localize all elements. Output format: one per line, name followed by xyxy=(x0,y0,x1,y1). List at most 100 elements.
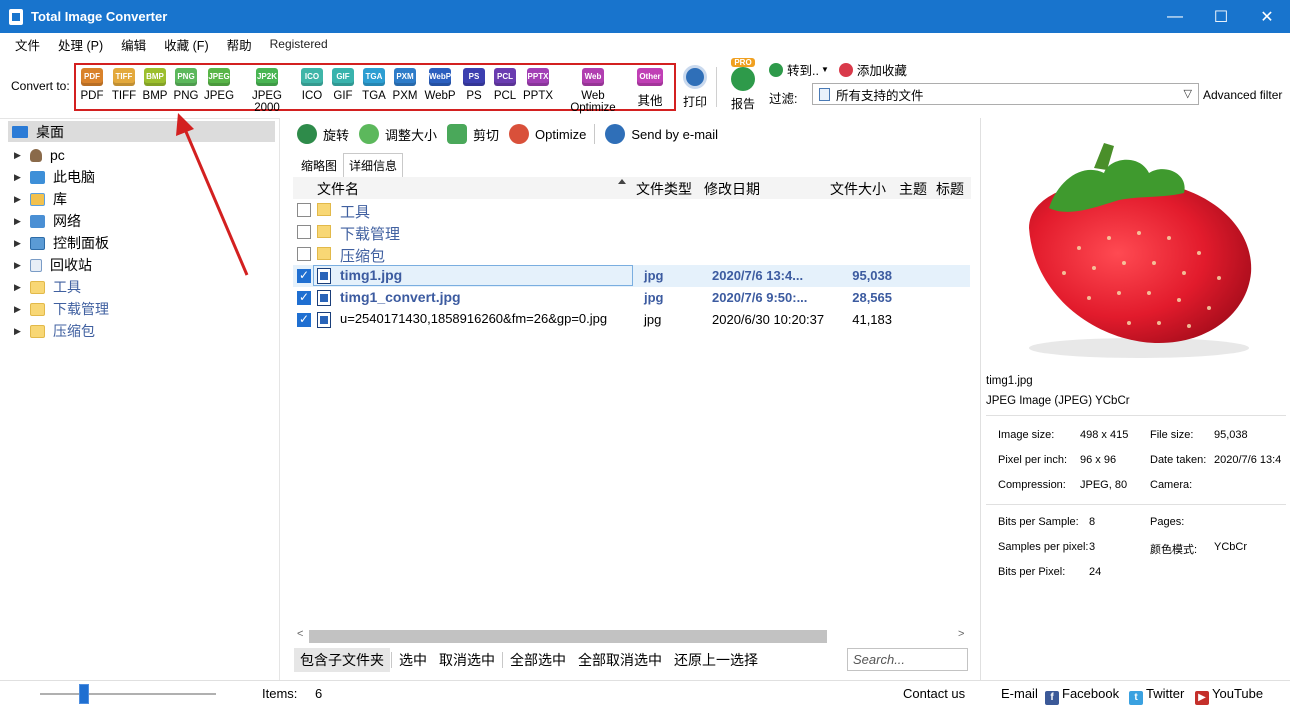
column-title[interactable]: 标题 xyxy=(936,179,964,199)
format-pdf-button[interactable]: PDF PDF xyxy=(80,68,104,102)
expand-arrow-icon[interactable]: ▶ xyxy=(14,282,26,293)
crop-button[interactable]: 剪切 xyxy=(447,124,499,144)
list-item[interactable]: 下载管理 xyxy=(293,221,970,243)
expand-arrow-icon[interactable]: ▶ xyxy=(14,172,26,183)
list-item[interactable]: u=2540171430,1858916260&fm=26&gp=0.jpg j… xyxy=(293,309,970,331)
youtube-link[interactable]: ▶ YouTube xyxy=(1195,686,1263,705)
minimize-button[interactable]: — xyxy=(1152,0,1198,33)
format-tiff-button[interactable]: TIFF TIFF xyxy=(111,68,137,102)
close-button[interactable]: ✕ xyxy=(1244,0,1290,33)
expand-arrow-icon[interactable]: ▶ xyxy=(14,326,26,337)
select-all-button[interactable]: 全部选中 xyxy=(504,648,572,672)
contact-us-link[interactable]: Contact us xyxy=(903,686,965,701)
format-label: PDF xyxy=(80,90,104,102)
format-ps-button[interactable]: PS PS xyxy=(462,68,486,102)
tree-item-recycle-bin[interactable]: ▶ 回收站 xyxy=(14,255,92,275)
filter-select[interactable]: 所有支持的文件 ▽ xyxy=(812,83,1199,105)
column-type[interactable]: 文件类型 xyxy=(636,179,692,199)
tree-item-downloads[interactable]: ▶ 下载管理 xyxy=(14,299,109,319)
scroll-left-icon[interactable]: < xyxy=(297,628,303,640)
twitter-link[interactable]: t Twitter xyxy=(1129,686,1184,705)
tree-root-desktop[interactable]: 桌面 xyxy=(8,121,275,142)
menu-process[interactable]: 处理 (P) xyxy=(49,35,112,54)
tree-item-library[interactable]: ▶ 库 xyxy=(14,189,67,209)
menu-help[interactable]: 帮助 xyxy=(218,35,261,54)
add-favorite-button[interactable]: 添加收藏 xyxy=(857,60,907,79)
restore-selection-button[interactable]: 还原上一选择 xyxy=(668,648,764,672)
goto-dropdown-icon[interactable]: ▼ xyxy=(821,65,829,74)
thumbnail-size-slider[interactable] xyxy=(40,693,216,695)
format-web-optimize-button[interactable]: Web Web Optimize xyxy=(558,68,628,114)
format-ico-button[interactable]: ICO ICO xyxy=(299,68,325,102)
expand-arrow-icon[interactable]: ▶ xyxy=(14,150,26,161)
tab-details[interactable]: 详细信息 xyxy=(343,153,404,178)
tree-item-pc[interactable]: ▶ pc xyxy=(14,145,65,165)
facebook-link[interactable]: f Facebook xyxy=(1045,686,1119,705)
expand-arrow-icon[interactable]: ▶ xyxy=(14,260,26,271)
search-input[interactable]: Search... xyxy=(847,648,968,671)
email-link[interactable]: E-mail xyxy=(1001,686,1038,701)
include-subfolders-button[interactable]: 包含子文件夹 xyxy=(294,648,390,672)
list-item[interactable]: timg1_convert.jpg jpg 2020/7/6 9:50:... … xyxy=(293,287,970,309)
row-checkbox[interactable] xyxy=(297,203,311,217)
report-button[interactable]: PRO 报告 xyxy=(726,58,760,112)
tree-item-control-panel[interactable]: ▶ 控制面板 xyxy=(14,233,109,253)
send-email-button[interactable]: Send by e-mail xyxy=(605,124,718,144)
row-checkbox[interactable] xyxy=(297,290,311,305)
column-name[interactable]: 文件名 xyxy=(317,179,359,199)
format-pcl-button[interactable]: PCL PCL xyxy=(492,68,518,102)
tree-item-tools[interactable]: ▶ 工具 xyxy=(14,277,81,297)
row-checkbox[interactable] xyxy=(297,225,311,239)
menu-file[interactable]: 文件 xyxy=(6,35,49,54)
format-jpeg2000-button[interactable]: JP2K JPEG 2000 xyxy=(239,68,295,114)
bmp-icon: BMP xyxy=(144,68,166,86)
list-item[interactable]: 压缩包 xyxy=(293,243,970,265)
expand-arrow-icon[interactable]: ▶ xyxy=(14,304,26,315)
format-webp-button[interactable]: WebP WebP xyxy=(424,68,456,102)
slider-thumb[interactable] xyxy=(79,684,89,704)
rotate-button[interactable]: 旋转 xyxy=(297,124,349,144)
format-png-button[interactable]: PNG PNG xyxy=(173,68,199,102)
horizontal-scrollbar[interactable]: < > xyxy=(293,628,971,644)
goto-button[interactable]: 转到.. xyxy=(787,60,819,79)
scrollbar-thumb[interactable] xyxy=(309,630,827,643)
crop-label: 剪切 xyxy=(473,127,500,143)
format-jpeg-button[interactable]: JPEG JPEG xyxy=(204,68,234,102)
select-button[interactable]: 选中 xyxy=(393,648,433,672)
row-checkbox[interactable] xyxy=(297,268,311,283)
format-gif-button[interactable]: GIF GIF xyxy=(330,68,356,102)
optimize-button[interactable]: Optimize xyxy=(509,124,586,144)
column-subject[interactable]: 主题 xyxy=(899,179,927,199)
panel-splitter[interactable] xyxy=(279,118,289,680)
format-tga-button[interactable]: TGA TGA xyxy=(361,68,387,102)
format-pptx-button[interactable]: PPTX PPTX xyxy=(523,68,553,102)
maximize-button[interactable]: ☐ xyxy=(1198,0,1244,33)
tree-item-network[interactable]: ▶ 网络 xyxy=(14,211,81,231)
resize-button[interactable]: 调整大小 xyxy=(359,124,437,144)
menu-edit[interactable]: 编辑 xyxy=(112,35,155,54)
tree-item-archives[interactable]: ▶ 压缩包 xyxy=(14,321,95,341)
deselect-all-button[interactable]: 全部取消选中 xyxy=(572,648,668,672)
tree-item-this-pc[interactable]: ▶ 此电脑 xyxy=(14,167,95,187)
list-item[interactable]: 工具 xyxy=(293,199,970,221)
print-button[interactable]: 打印 xyxy=(681,65,709,110)
deselect-button[interactable]: 取消选中 xyxy=(433,648,501,672)
format-other-button[interactable]: Other 其他 xyxy=(634,68,666,109)
menu-favorites[interactable]: 收藏 (F) xyxy=(155,35,217,54)
scroll-right-icon[interactable]: > xyxy=(958,628,964,640)
row-checkbox[interactable] xyxy=(297,247,311,261)
list-item[interactable]: timg1.jpg jpg 2020/7/6 13:4... 95,038 xyxy=(293,265,970,287)
resize-icon xyxy=(359,124,380,144)
row-checkbox[interactable] xyxy=(297,312,311,327)
format-pxm-button[interactable]: PXM PXM xyxy=(391,68,419,102)
expand-arrow-icon[interactable]: ▶ xyxy=(14,216,26,227)
advanced-filter-link[interactable]: Advanced filter xyxy=(1203,88,1282,102)
format-bmp-button[interactable]: BMP BMP xyxy=(142,68,168,102)
network-icon xyxy=(30,214,45,228)
tab-thumbnails[interactable]: 缩略图 xyxy=(295,153,343,178)
column-modified[interactable]: 修改日期 xyxy=(704,179,760,199)
column-size[interactable]: 文件大小 xyxy=(830,179,886,199)
expand-arrow-icon[interactable]: ▶ xyxy=(14,194,26,205)
other-format-icon: Other xyxy=(637,68,663,86)
expand-arrow-icon[interactable]: ▶ xyxy=(14,238,26,249)
